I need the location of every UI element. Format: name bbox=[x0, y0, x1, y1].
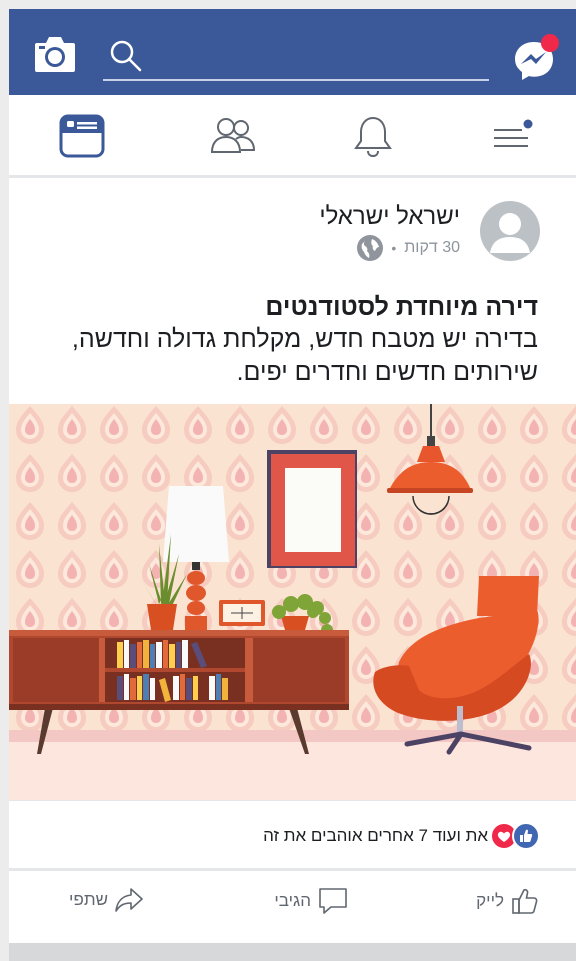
news-feed-icon bbox=[59, 114, 105, 158]
app-frame: ישראל ישראלי 30 דקות • דירה מיוחדת לסטוד… bbox=[0, 0, 576, 961]
search-input[interactable] bbox=[103, 79, 489, 81]
reaction-icons bbox=[490, 822, 540, 850]
post-time[interactable]: 30 דקות bbox=[404, 239, 460, 257]
globe-icon bbox=[357, 235, 384, 261]
hamburger-icon bbox=[494, 119, 533, 147]
camera-icon[interactable] bbox=[33, 35, 77, 78]
news-feed-tab[interactable] bbox=[57, 113, 107, 159]
nav-bar bbox=[9, 95, 576, 178]
frame-edge-left bbox=[0, 0, 9, 961]
comment-button[interactable]: הגיבי bbox=[274, 886, 349, 916]
search-icon[interactable] bbox=[109, 39, 143, 78]
like-reaction-icon bbox=[512, 822, 540, 850]
post-image[interactable] bbox=[9, 404, 576, 800]
image-divider bbox=[9, 800, 576, 801]
post-body: בדירה יש מטבח חדש, מקלחת גדולה וחדשה, שי… bbox=[71, 325, 538, 386]
frame-edge-top bbox=[0, 0, 576, 9]
friends-icon bbox=[210, 118, 256, 153]
actions-divider bbox=[9, 868, 576, 871]
author-name[interactable]: ישראל ישראלי bbox=[319, 203, 460, 231]
meta-separator: • bbox=[391, 240, 397, 256]
post-meta: 30 דקות • bbox=[357, 233, 460, 263]
share-label: שתפי bbox=[69, 890, 108, 909]
share-button[interactable]: שתפי bbox=[69, 886, 144, 914]
next-post-divider bbox=[9, 943, 576, 961]
post-title: דירה מיוחדת לסטודנטים bbox=[265, 293, 538, 321]
reactions-text: את ועוד 7 אחרים אוהבים את זה bbox=[263, 826, 488, 845]
messenger-icon[interactable] bbox=[512, 32, 562, 87]
avatar[interactable] bbox=[480, 201, 540, 261]
notifications-tab[interactable] bbox=[348, 113, 398, 159]
post-text: דירה מיוחדת לסטודנטים בדירה יש מטבח חדש,… bbox=[38, 292, 538, 389]
like-button[interactable]: לייק bbox=[476, 886, 540, 916]
thumbs-up-icon bbox=[512, 888, 538, 914]
menu-tab[interactable] bbox=[486, 113, 536, 159]
like-label: לייק bbox=[476, 891, 504, 910]
comment-label: הגיבי bbox=[274, 891, 311, 910]
top-bar bbox=[9, 9, 576, 95]
comment-icon bbox=[319, 888, 347, 914]
reactions-summary[interactable]: את ועוד 7 אחרים אוהבים את זה bbox=[263, 822, 540, 850]
friends-tab[interactable] bbox=[208, 113, 258, 159]
bell-icon bbox=[354, 116, 392, 158]
share-icon bbox=[115, 888, 143, 912]
